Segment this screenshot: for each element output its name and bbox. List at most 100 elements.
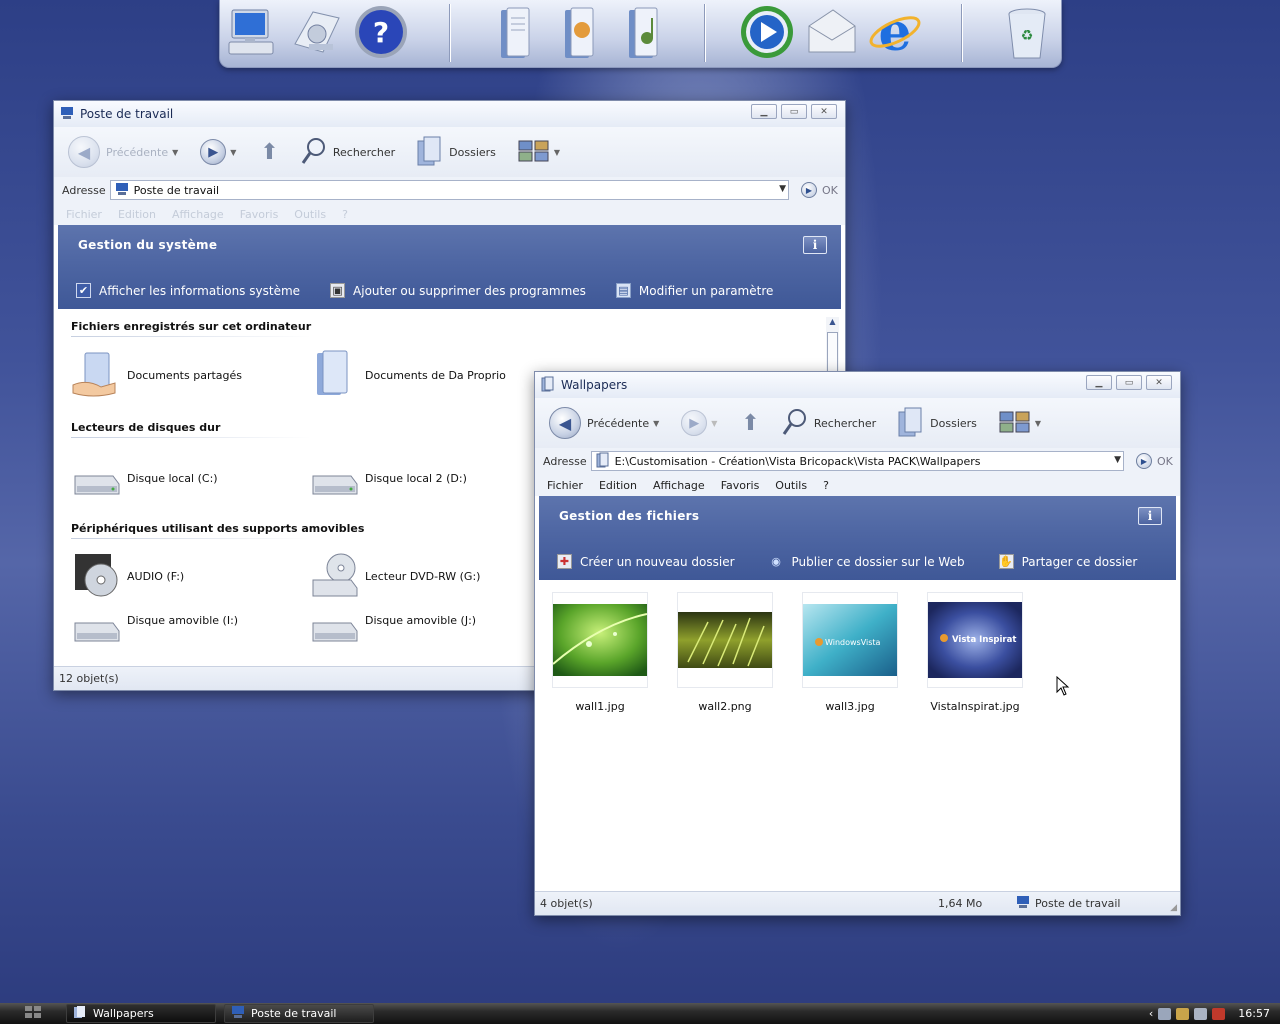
recycle-bin-icon[interactable]: ♻ xyxy=(998,2,1056,62)
search-button[interactable]: Rechercher xyxy=(297,132,399,172)
menu-edition[interactable]: Edition xyxy=(599,479,637,492)
new-folder-icon: ✚ xyxy=(557,554,572,569)
network-tray-icon[interactable] xyxy=(1158,1007,1172,1020)
address-field[interactable]: E:\Customisation - Création\Vista Bricop… xyxy=(590,451,1124,471)
menu-favoris[interactable]: Favoris xyxy=(240,208,279,221)
audio-cd-icon xyxy=(71,550,121,603)
new-folder-link[interactable]: ✚ Créer un nouveau dossier xyxy=(557,554,735,569)
share-icon: ✋ xyxy=(998,554,1014,569)
close-button[interactable]: ✕ xyxy=(1146,375,1172,390)
help-icon[interactable]: ? xyxy=(352,2,410,62)
folders-button[interactable]: Dossiers xyxy=(411,132,500,172)
tray-expand-icon[interactable]: ‹ xyxy=(1149,1007,1153,1020)
up-button[interactable]: ⬆ xyxy=(256,132,282,172)
add-remove-programs-link[interactable]: ▣ Ajouter ou supprimer des programmes xyxy=(330,283,586,298)
menu-fichier[interactable]: Fichier xyxy=(547,479,583,492)
menu-outils[interactable]: Outils xyxy=(294,208,326,221)
info-icon[interactable]: i xyxy=(803,236,827,254)
list-item[interactable]: Disque local 2 (D:) xyxy=(309,452,467,505)
music-icon[interactable] xyxy=(614,2,672,62)
thumbnail[interactable] xyxy=(552,592,648,688)
network-icon[interactable] xyxy=(286,2,344,62)
clock[interactable]: 16:57 xyxy=(1238,1007,1270,1020)
back-label: Précédente xyxy=(106,145,169,159)
list-item[interactable]: Disque amovible (J:) xyxy=(309,609,476,652)
title-bar[interactable]: Wallpapers ▁ ▭ ✕ xyxy=(535,372,1180,398)
minimize-button[interactable]: ▁ xyxy=(751,104,777,119)
resize-grip-icon[interactable]: ◢ xyxy=(1170,903,1177,913)
list-item[interactable]: AUDIO (F:) xyxy=(71,550,184,603)
window-title: Wallpapers xyxy=(561,378,628,392)
list-item[interactable]: Lecteur DVD-RW (G:) xyxy=(309,550,480,603)
scrollbar[interactable]: ▲ xyxy=(826,317,839,377)
taskbar-item-poste-de-travail[interactable]: Poste de travail xyxy=(224,1004,374,1023)
scroll-thumb[interactable] xyxy=(827,332,838,372)
hard-drive-icon xyxy=(71,452,121,505)
close-button[interactable]: ✕ xyxy=(811,104,837,119)
up-button[interactable]: ⬆ xyxy=(737,403,763,443)
task-label: Wallpapers xyxy=(93,1007,154,1020)
list-item[interactable]: Documents de Da Proprio xyxy=(309,349,506,402)
security-tray-icon[interactable] xyxy=(1176,1007,1190,1020)
forward-button[interactable]: ▶ ▼ xyxy=(677,403,721,443)
thumbnail[interactable]: WindowsVista xyxy=(802,592,898,688)
views-button[interactable]: ▼ xyxy=(514,132,564,172)
internet-explorer-icon[interactable]: e xyxy=(866,2,924,62)
info-icon[interactable]: i xyxy=(1138,507,1162,525)
task-pane: Gestion des fichiers i ✚ Créer un nouvea… xyxy=(539,496,1176,580)
globe-icon: ◉ xyxy=(771,555,781,568)
file-name: VistaInspirat.jpg xyxy=(930,700,1020,713)
wallpapers-window: Wallpapers ▁ ▭ ✕ ◀ Précédente ▼ ▶ ▼ ⬆ Re… xyxy=(534,371,1181,916)
address-dropdown-icon[interactable]: ▼ xyxy=(779,184,786,194)
publish-web-link[interactable]: ◉ Publier ce dossier sur le Web xyxy=(769,554,964,569)
maximize-button[interactable]: ▭ xyxy=(781,104,807,119)
list-item[interactable]: Disque local (C:) xyxy=(71,452,218,505)
taskbar-item-wallpapers[interactable]: Wallpapers xyxy=(66,1004,216,1023)
system-info-link[interactable]: ✔ Afficher les informations système xyxy=(76,283,300,298)
list-item[interactable]: Documents partagés xyxy=(71,349,242,402)
back-button[interactable]: ◀ Précédente ▼ xyxy=(545,403,663,443)
menu-favoris[interactable]: Favoris xyxy=(721,479,760,492)
start-button[interactable] xyxy=(0,1003,66,1024)
list-item[interactable]: Disque amovible (I:) xyxy=(71,609,238,652)
menu-fichier[interactable]: Fichier xyxy=(66,208,102,221)
section-title: Lecteurs de disques dur xyxy=(71,421,221,434)
thumbnail[interactable]: Vista Inspirat xyxy=(927,592,1023,688)
mail-icon[interactable] xyxy=(802,2,860,62)
menu-affichage[interactable]: Affichage xyxy=(653,479,705,492)
menu-help[interactable]: ? xyxy=(342,208,348,221)
computer-icon[interactable] xyxy=(222,2,280,62)
removable-drive-icon xyxy=(71,609,121,652)
folders-button[interactable]: Dossiers xyxy=(892,403,981,443)
folders-icon xyxy=(415,135,443,170)
task-pane: Gestion du système i ✔ Afficher les info… xyxy=(58,225,841,309)
menu-help[interactable]: ? xyxy=(823,479,829,492)
menu-affichage[interactable]: Affichage xyxy=(172,208,224,221)
minimize-button[interactable]: ▁ xyxy=(1086,375,1112,390)
dock-separator xyxy=(704,4,705,62)
item-label: Lecteur DVD-RW (G:) xyxy=(365,570,481,583)
address-dropdown-icon[interactable]: ▼ xyxy=(1114,455,1121,465)
search-button[interactable]: Rechercher xyxy=(778,403,880,443)
volume-tray-icon[interactable] xyxy=(1194,1007,1208,1020)
title-bar[interactable]: Poste de travail ▁ ▭ ✕ xyxy=(54,101,845,127)
forward-arrow-icon: ▶ xyxy=(200,139,227,165)
scroll-up-icon[interactable]: ▲ xyxy=(826,317,839,326)
documents-icon[interactable] xyxy=(486,2,544,62)
menu-edition[interactable]: Edition xyxy=(118,208,156,221)
maximize-button[interactable]: ▭ xyxy=(1116,375,1142,390)
share-folder-link[interactable]: ✋ Partager ce dossier xyxy=(998,554,1137,569)
back-button[interactable]: ◀ Précédente ▼ xyxy=(64,132,182,172)
go-button[interactable]: ▶ OK xyxy=(801,182,845,198)
menu-outils[interactable]: Outils xyxy=(775,479,807,492)
address-field[interactable]: Poste de travail ▼ xyxy=(109,180,789,200)
location-label: Poste de travail xyxy=(1035,897,1121,910)
media-player-icon[interactable] xyxy=(738,2,796,62)
go-button[interactable]: ▶ OK xyxy=(1136,453,1180,469)
forward-button[interactable]: ▶ ▼ xyxy=(196,132,240,172)
pictures-icon[interactable] xyxy=(550,2,608,62)
thumbnail[interactable] xyxy=(677,592,773,688)
views-button[interactable]: ▼ xyxy=(995,403,1045,443)
alert-tray-icon[interactable] xyxy=(1212,1007,1226,1020)
change-setting-link[interactable]: ▤ Modifier un paramètre xyxy=(615,283,773,298)
